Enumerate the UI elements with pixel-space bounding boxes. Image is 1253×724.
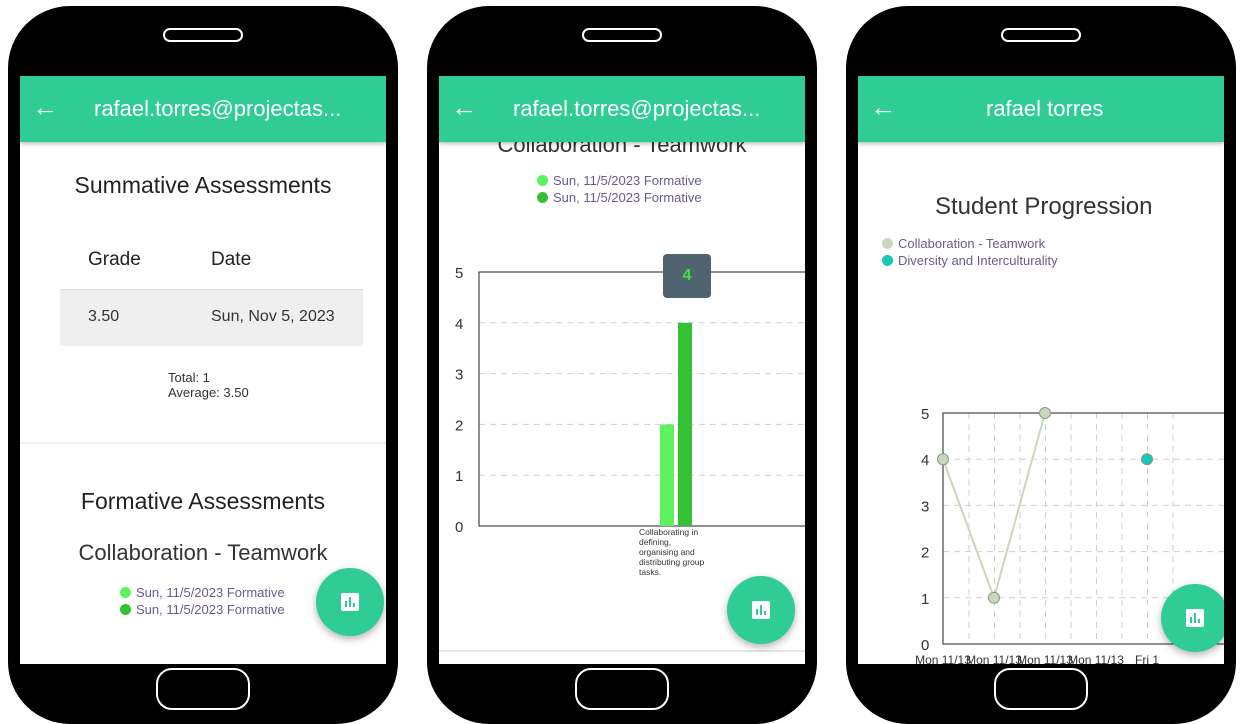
app-bar: ← rafael.torres@projectas... xyxy=(20,76,386,142)
y-tick-label: 4 xyxy=(921,452,929,469)
page-title: rafael.torres@projectas... xyxy=(94,96,342,121)
data-point xyxy=(1039,407,1051,419)
legend-item[interactable]: Sun, 11/5/2023 Formative xyxy=(120,584,285,601)
page-title: rafael.torres@projectas... xyxy=(513,96,761,121)
y-tick-label: 0 xyxy=(921,637,929,654)
home-button[interactable] xyxy=(994,668,1088,710)
divider xyxy=(439,650,805,652)
screen-2: ← rafael.torres@projectas... Collaborati… xyxy=(439,76,805,664)
grade-column-header: Grade xyxy=(88,249,141,270)
y-tick-label: 5 xyxy=(921,406,929,423)
app-bar: ← rafael torres xyxy=(858,76,1224,142)
data-point xyxy=(988,591,1000,604)
y-tick-label: 0 xyxy=(455,519,463,536)
summary-block: Total: 1 Average: 3.50 xyxy=(168,370,249,400)
data-point xyxy=(1141,453,1153,466)
home-button[interactable] xyxy=(575,668,669,710)
legend-swatch xyxy=(120,604,131,615)
chart-legend: Sun, 11/5/2023 Formative Sun, 11/5/2023 … xyxy=(120,584,285,618)
date-column-header: Date xyxy=(211,249,252,270)
y-tick-label: 4 xyxy=(455,316,463,333)
data-point xyxy=(937,453,949,466)
phone-speaker xyxy=(1001,28,1081,42)
x-tick-label: tasks. xyxy=(639,567,661,577)
summative-title: Summative Assessments xyxy=(74,172,332,198)
bar xyxy=(660,424,674,526)
x-tick-label: Mon 11/13 xyxy=(1017,653,1073,664)
x-tick-label: Mon 11/13 xyxy=(915,653,971,664)
phone-frame-3: ← rafael torres Student Progression Coll… xyxy=(846,6,1236,724)
divider xyxy=(20,442,386,444)
bar-chart: 0 1 2 3 4 5 Collaborating indefining,organisin… xyxy=(455,265,805,577)
x-tick-label: distributing group xyxy=(639,557,704,567)
y-tick-label: 2 xyxy=(921,545,929,562)
arrow-left-icon[interactable]: ← xyxy=(32,90,58,124)
page-title: rafael torres xyxy=(986,96,1104,121)
home-button[interactable] xyxy=(156,668,250,710)
average-text: Average: 3.50 xyxy=(168,385,249,400)
chart-fab-button[interactable] xyxy=(727,576,795,644)
phone-frame-2: ← rafael.torres@projectas... Collaborati… xyxy=(427,6,817,724)
y-tick-label: 3 xyxy=(921,498,929,515)
y-tick-label: 3 xyxy=(455,367,463,384)
app-bar: ← rafael.torres@projectas... xyxy=(439,76,805,142)
x-tick-label: organising and xyxy=(639,547,695,557)
table-row[interactable]: 3.50 Sun, Nov 5, 2023 xyxy=(60,290,363,346)
bar xyxy=(678,322,692,526)
legend-item[interactable]: Sun, 11/5/2023 Formative xyxy=(120,601,285,618)
bar-chart-icon xyxy=(1186,609,1204,627)
phone-speaker xyxy=(163,28,243,42)
y-tick-label: 5 xyxy=(455,265,463,282)
x-tick-label: Collaborating in xyxy=(639,527,698,537)
y-tick-label: 1 xyxy=(921,591,929,608)
y-tick-label: 2 xyxy=(455,417,463,434)
chart-fab-button[interactable] xyxy=(316,568,384,636)
grade-cell: 3.50 xyxy=(88,308,120,325)
x-tick-label: Fri 1 xyxy=(1135,653,1159,664)
y-tick-label: 1 xyxy=(455,468,463,485)
phone-speaker xyxy=(582,28,662,42)
tooltip: 4 xyxy=(663,254,711,298)
x-tick-label: Mon 11/13 xyxy=(1068,653,1124,664)
chart-title: Collaboration - Teamwork xyxy=(78,540,328,565)
screen-1: ← rafael.torres@projectas... Summative A… xyxy=(20,76,386,664)
grades-table: Grade Date 3.50 Sun, Nov 5, 2023 xyxy=(60,231,363,346)
legend-swatch xyxy=(120,587,131,598)
phone-frame-1: ← rafael.torres@projectas... Summative A… xyxy=(8,6,398,724)
plot-frame xyxy=(478,271,805,527)
date-cell: Sun, Nov 5, 2023 xyxy=(211,308,335,325)
table-header: Grade Date xyxy=(60,231,363,290)
x-tick-label: defining, xyxy=(639,537,671,547)
screen-3: ← rafael torres Student Progression Coll… xyxy=(858,76,1224,664)
line-chart: 012345Mon 11/13Mon 11/13Mon 11/13Mon 11/… xyxy=(915,406,1224,664)
bar-chart-icon xyxy=(341,593,359,611)
total-text: Total: 1 xyxy=(168,370,210,385)
bar-chart-icon xyxy=(752,601,770,619)
x-tick-label: Mon 11/13 xyxy=(966,653,1022,664)
chart-fab-button[interactable] xyxy=(1161,584,1224,652)
arrow-left-icon[interactable]: ← xyxy=(870,90,896,124)
arrow-left-icon[interactable]: ← xyxy=(451,90,477,124)
formative-title: Formative Assessments xyxy=(80,488,326,514)
